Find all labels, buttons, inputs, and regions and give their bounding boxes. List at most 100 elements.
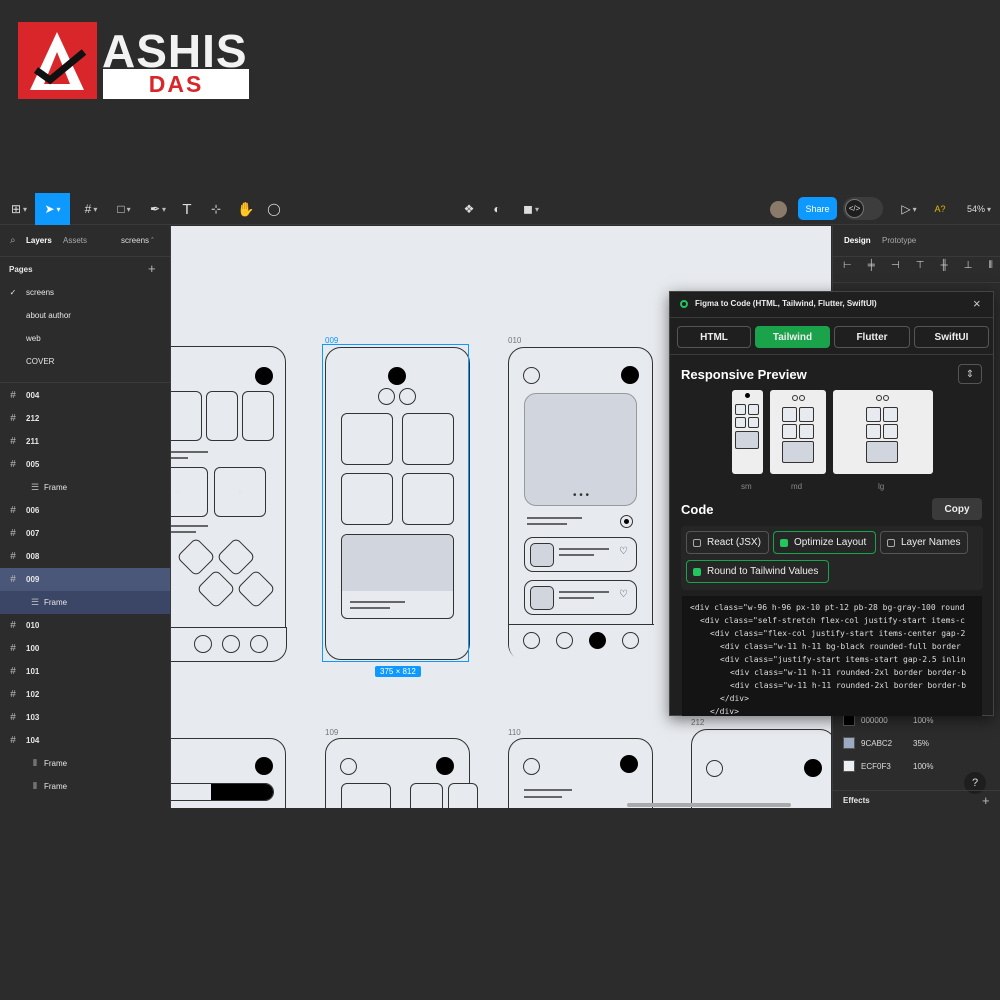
- pen-tool-button[interactable]: ✒ ▾: [145, 193, 171, 225]
- media-card: [782, 441, 814, 463]
- layer-row[interactable]: #101: [0, 660, 170, 683]
- main-menu-button[interactable]: ⊞ ▾: [6, 193, 32, 225]
- frame-010[interactable]: ← • • • ♡ ♡: [508, 347, 654, 661]
- component-icon: ❖: [463, 202, 475, 216]
- text-line: [527, 517, 582, 519]
- effects-header: Effects: [843, 796, 870, 805]
- resources-button[interactable]: ⊹: [206, 193, 226, 225]
- tab-layers[interactable]: Layers: [26, 236, 52, 245]
- option-round-tailwind[interactable]: Round to Tailwind Values: [686, 560, 829, 583]
- option-label: Optimize Layout: [794, 537, 867, 548]
- zoom-dropdown[interactable]: 54% ▾: [962, 193, 996, 225]
- tab-prototype[interactable]: Prototype: [882, 236, 916, 245]
- tab-flutter[interactable]: Flutter: [834, 326, 910, 348]
- layer-row[interactable]: #006: [0, 499, 170, 522]
- frame-104[interactable]: [171, 738, 286, 808]
- page-selector[interactable]: screens ˆ: [121, 236, 154, 245]
- layer-row[interactable]: ⦀ Frame: [0, 775, 170, 798]
- page-item-about-author[interactable]: about author: [0, 304, 170, 327]
- copy-button[interactable]: Copy: [932, 498, 982, 520]
- page-item-web[interactable]: web: [0, 327, 170, 350]
- add-effect-icon[interactable]: +: [982, 793, 990, 808]
- distribute-icon[interactable]: ⦀: [989, 260, 993, 274]
- card: [242, 391, 274, 441]
- layer-row[interactable]: #104: [0, 729, 170, 752]
- page-item-cover[interactable]: COVER: [0, 350, 170, 373]
- layer-row[interactable]: #211: [0, 430, 170, 453]
- option-optimize-layout[interactable]: Optimize Layout: [773, 531, 876, 554]
- tile: [735, 417, 746, 428]
- comment-tool-button[interactable]: ◯: [264, 193, 284, 225]
- search-icon[interactable]: ⌕: [10, 235, 16, 246]
- mask-button[interactable]: ◐: [488, 193, 506, 225]
- close-icon[interactable]: ×: [973, 296, 981, 311]
- preview-label-sm: sm: [741, 482, 752, 491]
- layer-row-selected[interactable]: #009: [0, 568, 170, 591]
- shape-tool-button[interactable]: □ ▾: [111, 193, 137, 225]
- main-toolbar: ⊞ ▾ ➤ ▾ # ▾ □ ▾ ✒ ▾ T ⊹ ✋ ◯ ❖ ◐ ◼ ▾ Shar…: [0, 193, 1000, 225]
- color-swatch[interactable]: [843, 737, 855, 749]
- color-hex: 000000: [861, 716, 888, 725]
- frame-212[interactable]: ←: [691, 729, 831, 808]
- move-tool-button[interactable]: ➤ ▾: [35, 193, 70, 225]
- layer-row[interactable]: #102: [0, 683, 170, 706]
- list-item: ♡: [524, 580, 637, 615]
- horizontal-scrollbar[interactable]: [627, 803, 791, 807]
- tab-swiftui[interactable]: SwiftUI: [914, 326, 989, 348]
- tab-html[interactable]: HTML: [677, 326, 751, 348]
- frame-005[interactable]: + +: [171, 346, 287, 662]
- present-button[interactable]: ▷ ▾: [897, 193, 921, 225]
- tab-assets[interactable]: Assets: [63, 236, 87, 245]
- layer-row[interactable]: #212: [0, 407, 170, 430]
- layer-row[interactable]: #007: [0, 522, 170, 545]
- option-layer-names[interactable]: Layer Names: [880, 531, 968, 554]
- color-hex: ECF0F3: [861, 762, 891, 771]
- add-card: +: [214, 467, 266, 517]
- missing-fonts-indicator[interactable]: A?: [930, 193, 950, 225]
- hand-tool-button[interactable]: ✋: [236, 193, 256, 225]
- dev-mode-toggle[interactable]: </>: [843, 197, 883, 220]
- code-output[interactable]: <div class="w-96 h-96 px-10 pt-12 pb-28 …: [682, 596, 982, 716]
- layer-row[interactable]: #010: [0, 614, 170, 637]
- align-top-icon[interactable]: ⊤: [916, 260, 925, 274]
- align-left-icon[interactable]: ⊢: [843, 260, 852, 274]
- checkbox-icon: [693, 538, 701, 547]
- tile: [866, 407, 881, 422]
- layer-row-selected-child[interactable]: ☰ Frame: [0, 591, 170, 614]
- layer-row[interactable]: #005: [0, 453, 170, 476]
- color-swatch[interactable]: [843, 760, 855, 772]
- component-button[interactable]: ❖: [460, 193, 478, 225]
- tab-design[interactable]: Design: [844, 236, 871, 245]
- text-tool-button[interactable]: T: [178, 193, 196, 225]
- frame-tool-button[interactable]: # ▾: [78, 193, 104, 225]
- frame-109[interactable]: ←: [325, 738, 478, 808]
- layer-row[interactable]: #004: [0, 384, 170, 407]
- option-react-jsx[interactable]: React (JSX): [686, 531, 769, 554]
- tab-tailwind[interactable]: Tailwind: [755, 326, 830, 348]
- page-item-screens[interactable]: ✓ screens: [0, 281, 170, 304]
- preview-sm: [732, 390, 763, 474]
- checkbox-checked-icon: [780, 538, 788, 547]
- align-bottom-icon[interactable]: ⊥: [964, 260, 973, 274]
- align-right-icon[interactable]: ⊣: [891, 260, 900, 274]
- boolean-button[interactable]: ◼ ▾: [518, 193, 544, 225]
- layer-row[interactable]: ☰ Frame: [0, 476, 170, 499]
- add-page-icon[interactable]: +: [148, 261, 156, 276]
- layer-row[interactable]: #008: [0, 545, 170, 568]
- align-middle-icon[interactable]: ╫: [941, 260, 948, 274]
- layer-row[interactable]: #100: [0, 637, 170, 660]
- layer-row[interactable]: ⦀ Frame: [0, 752, 170, 775]
- share-button[interactable]: Share: [798, 197, 837, 220]
- play-icon: ▷: [901, 202, 911, 216]
- layer-row[interactable]: #103: [0, 706, 170, 729]
- pages-header: Pages: [9, 265, 33, 274]
- align-center-icon[interactable]: ╪: [868, 260, 875, 274]
- user-avatar[interactable]: [768, 193, 788, 225]
- divider: [670, 317, 993, 318]
- page-selector-label: screens: [121, 236, 150, 245]
- frame-110[interactable]: ←: [508, 738, 653, 808]
- expand-preview-button[interactable]: ⇕: [958, 364, 982, 384]
- frame-icon: #: [10, 390, 16, 401]
- layer-label: 104: [26, 736, 40, 745]
- column-layout-icon: ⦀: [33, 781, 37, 791]
